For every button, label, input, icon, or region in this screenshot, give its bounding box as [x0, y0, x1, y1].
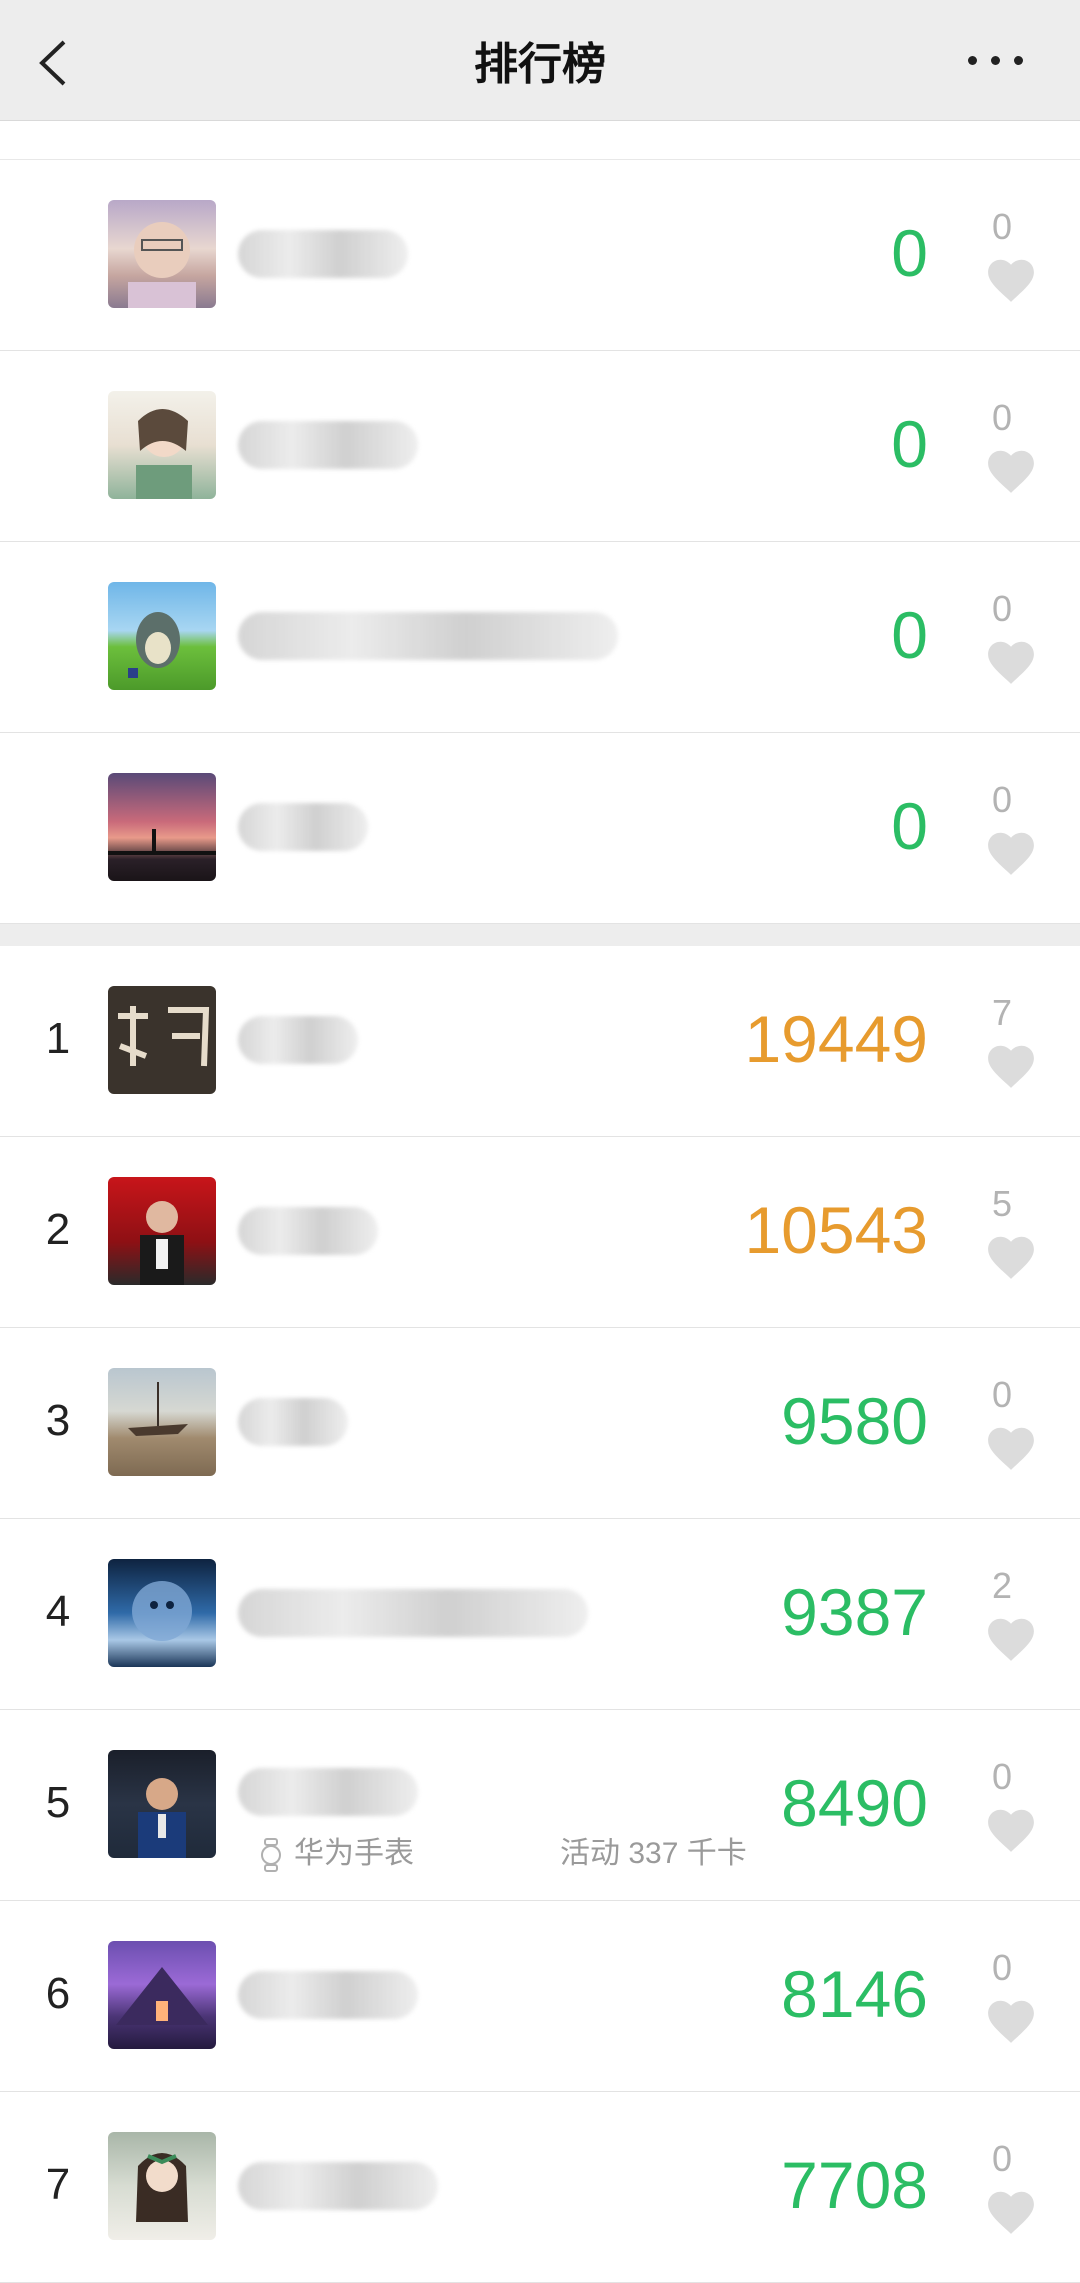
more-dot-icon [968, 56, 977, 65]
heart-icon[interactable] [984, 2188, 1038, 2236]
avatar[interactable] [108, 582, 216, 690]
avatar[interactable] [108, 773, 216, 881]
avatar[interactable] [108, 1368, 216, 1476]
username-blurred [238, 2162, 438, 2210]
like-count: 0 [991, 1947, 1013, 1988]
heart-icon[interactable] [984, 1997, 1038, 2045]
more-dot-icon [991, 56, 1000, 65]
heart-icon[interactable] [984, 638, 1038, 686]
list-item[interactable]: 5 华为手表 活动 337 千卡 8490 0 [0, 1710, 1080, 1901]
like-count: 0 [991, 397, 1013, 438]
avatar[interactable] [108, 1177, 216, 1285]
list-item[interactable]: 4 9387 2 [0, 1519, 1080, 1710]
watch-icon [261, 1838, 281, 1873]
step-count: 7708 [781, 2148, 928, 2222]
rank-number: 3 [45, 1396, 71, 1445]
more-dot-icon [1014, 56, 1023, 65]
like-count: 0 [991, 2138, 1013, 2179]
rank-number: 6 [45, 1969, 71, 2018]
step-count: 9387 [781, 1575, 928, 1649]
like-count: 7 [991, 992, 1013, 1033]
step-count: 8146 [781, 1957, 928, 2031]
rank-number: 2 [45, 1205, 71, 1254]
like-count: 0 [991, 206, 1013, 247]
avatar[interactable] [108, 986, 216, 1094]
step-count: 0 [891, 598, 928, 672]
username-blurred [238, 1768, 418, 1816]
step-count: 8490 [781, 1766, 928, 1840]
list-item[interactable]: 0 0 [0, 542, 1080, 733]
like-count: 2 [991, 1565, 1013, 1606]
avatar[interactable] [108, 391, 216, 499]
heart-icon[interactable] [984, 1806, 1038, 1854]
avatar[interactable] [108, 2132, 216, 2240]
avatar[interactable] [108, 1750, 216, 1858]
username-blurred [238, 1207, 378, 1255]
list-item[interactable]: 6 8146 0 [0, 1901, 1080, 2092]
username-blurred [238, 230, 408, 278]
step-count: 10543 [744, 1193, 928, 1267]
heart-icon[interactable] [984, 829, 1038, 877]
step-count: 0 [891, 407, 928, 481]
username-blurred [238, 1398, 348, 1446]
section-divider [0, 924, 1080, 946]
heart-icon[interactable] [984, 1615, 1038, 1663]
step-count: 0 [891, 789, 928, 863]
rank-number: 5 [45, 1778, 71, 1827]
heart-icon[interactable] [984, 1042, 1038, 1090]
page-title: 排行榜 [474, 40, 606, 89]
activity-calories: 活动 337 千卡 [560, 1837, 747, 1870]
step-count: 0 [891, 216, 928, 290]
heart-icon[interactable] [984, 256, 1038, 304]
rank-number: 7 [45, 2160, 71, 2209]
step-count: 19449 [744, 1002, 928, 1076]
list-top-divider [0, 121, 1080, 160]
like-count: 0 [991, 779, 1013, 820]
avatar[interactable] [108, 1559, 216, 1667]
username-blurred [238, 1589, 588, 1637]
avatar[interactable] [108, 200, 216, 308]
like-count: 5 [991, 1183, 1013, 1224]
like-count: 0 [991, 588, 1013, 629]
username-blurred [238, 612, 618, 660]
rank-number: 1 [45, 1014, 71, 1063]
list-item[interactable]: 0 0 [0, 733, 1080, 924]
heart-icon[interactable] [984, 1233, 1038, 1281]
avatar[interactable] [108, 1941, 216, 2049]
like-count: 0 [991, 1374, 1013, 1415]
username-blurred [238, 1016, 358, 1064]
rank-number: 4 [45, 1587, 71, 1636]
more-options-button[interactable] [960, 30, 1050, 90]
list-item[interactable]: 0 0 [0, 160, 1080, 351]
heart-icon[interactable] [984, 1424, 1038, 1472]
heart-icon[interactable] [984, 447, 1038, 495]
list-item[interactable]: 7 7708 0 [0, 2092, 1080, 2283]
username-blurred [238, 1971, 418, 2019]
device-info: 华为手表 [258, 1828, 414, 1873]
top-bar: 排行榜 [0, 0, 1080, 121]
device-name: 华为手表 [294, 1837, 414, 1870]
list-item[interactable]: 2 10543 5 [0, 1137, 1080, 1328]
step-count: 9580 [781, 1384, 928, 1458]
username-blurred [238, 803, 368, 851]
list-item[interactable]: 3 9580 0 [0, 1328, 1080, 1519]
list-item[interactable]: 0 0 [0, 351, 1080, 542]
like-count: 0 [991, 1756, 1013, 1797]
list-item[interactable]: 1 19449 7 [0, 946, 1080, 1137]
username-blurred [238, 421, 418, 469]
